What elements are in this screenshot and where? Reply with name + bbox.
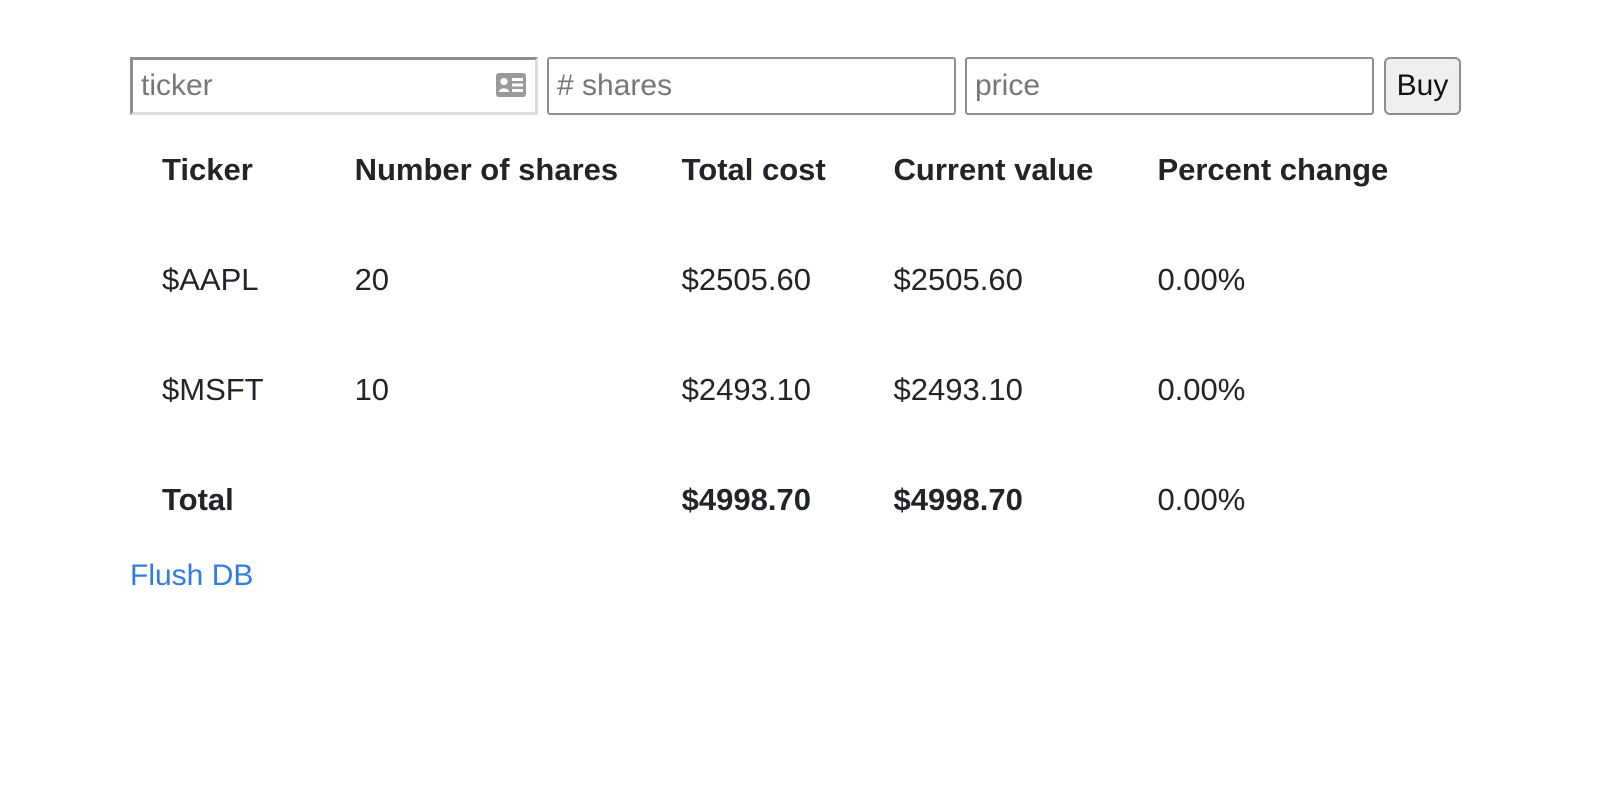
row-shares: 20 (354, 262, 390, 297)
shares-input-wrapper (547, 57, 956, 115)
holdings-table: Ticker Number of shares Total cost Curre… (130, 115, 1470, 555)
buy-form: Buy (130, 57, 1470, 115)
total-row: Total $4998.70 $4998.70 0.00% (130, 445, 1470, 555)
table-row: $AAPL 20 $2505.60 $2505.60 0.00% (130, 225, 1470, 335)
table-row: $MSFT 10 $2493.10 $2493.10 0.00% (130, 335, 1470, 445)
row-percent-change: 0.00% (1157, 262, 1246, 297)
buy-button[interactable]: Buy (1384, 57, 1461, 115)
header-total-cost: Total cost (681, 152, 826, 187)
holdings-table-header: Ticker Number of shares Total cost Curre… (130, 115, 1470, 225)
price-input[interactable] (965, 57, 1374, 115)
header-shares: Number of shares (354, 152, 619, 187)
row-total-cost: $2505.60 (681, 262, 811, 297)
portfolio-container: Buy Ticker Number of shares Total cost C… (130, 57, 1470, 592)
holdings-table-body: $AAPL 20 $2505.60 $2505.60 0.00% $MSFT 1… (130, 225, 1470, 555)
row-current-value: $2493.10 (893, 372, 1023, 407)
header-current-value: Current value (893, 152, 1094, 187)
total-label: Total (162, 482, 234, 517)
row-total-cost: $2493.10 (681, 372, 811, 407)
row-shares: 10 (354, 372, 390, 407)
header-row: Ticker Number of shares Total cost Curre… (130, 115, 1470, 225)
total-shares-empty (355, 445, 682, 555)
total-percent-change: 0.00% (1157, 482, 1246, 517)
flush-db-link[interactable]: Flush DB (130, 559, 253, 593)
total-cost: $4998.70 (681, 482, 811, 517)
total-current-value: $4998.70 (893, 482, 1023, 517)
ticker-input[interactable] (130, 57, 538, 115)
header-percent-change: Percent change (1157, 152, 1389, 187)
contact-card-icon[interactable] (496, 73, 526, 97)
ticker-input-wrapper (130, 57, 538, 115)
shares-input[interactable] (547, 57, 956, 115)
row-ticker: $MSFT (162, 372, 264, 407)
row-percent-change: 0.00% (1157, 372, 1246, 407)
header-ticker: Ticker (162, 152, 253, 187)
row-ticker: $AAPL (162, 262, 259, 297)
row-current-value: $2505.60 (893, 262, 1023, 297)
price-input-wrapper (965, 57, 1374, 115)
